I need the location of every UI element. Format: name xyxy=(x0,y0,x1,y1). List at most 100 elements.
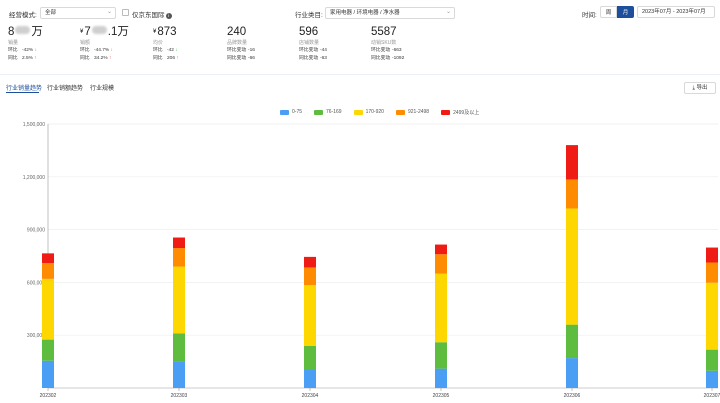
bar-segment-0-75[interactable] xyxy=(173,361,185,388)
metric-value: 240 xyxy=(227,26,247,38)
x-tick-label: 202303 xyxy=(171,393,188,399)
bar-segment-76-169[interactable] xyxy=(304,345,316,370)
bar-segment-76-169[interactable] xyxy=(173,333,185,362)
x-tick-label: 202305 xyxy=(433,393,450,399)
y-tick-label: 900,000 xyxy=(27,228,45,234)
metric-value: 8万 xyxy=(8,26,43,38)
export-label: 导出 xyxy=(696,85,708,91)
bar-segment-0-75[interactable] xyxy=(435,368,447,388)
arrow-down-icon: ↓ xyxy=(175,48,178,53)
industry-label: 行业类目: xyxy=(295,12,323,19)
bar-segment-170-920[interactable] xyxy=(706,282,718,350)
mode-select-value: 全部 xyxy=(45,10,57,16)
bar-segment-76-169[interactable] xyxy=(706,349,718,371)
metric-name: 销额 xyxy=(80,40,91,46)
bar-segment-2499及以上[interactable] xyxy=(304,256,316,268)
x-tick-label: 202307 xyxy=(704,393,720,399)
metric-sku-count: 5587 动销SKU数 环比变动 -663 同比变动 -1092 xyxy=(371,26,404,62)
bar-segment-170-920[interactable] xyxy=(435,273,447,343)
metric-yoy: 同比 206 ↑ xyxy=(153,55,179,61)
y-tick-label: 1,500,000 xyxy=(23,122,45,128)
export-icon: ⤓ xyxy=(692,85,695,91)
bar-segment-170-920[interactable] xyxy=(173,266,185,334)
arrow-up-icon: ↑ xyxy=(176,55,179,61)
legend-swatch xyxy=(395,109,405,115)
metric-sales-volume: 8万 销量 环比 -42% ↓ 同比 2.5% ↑ xyxy=(8,26,43,62)
time-label: 时间: xyxy=(582,12,597,19)
legend-swatch xyxy=(280,109,289,115)
metric-value: 5587 xyxy=(371,26,397,38)
tab-sales-volume-trend[interactable]: 行业销量趋势 xyxy=(6,83,42,92)
metric-value: ¥873 xyxy=(153,26,177,38)
bar-segment-0-75[interactable] xyxy=(304,369,316,388)
metric-name: 销量 xyxy=(8,40,19,46)
arrow-down-icon: ↓ xyxy=(34,48,37,53)
bar-segment-2499及以上[interactable] xyxy=(706,247,718,263)
bar-segment-170-920[interactable] xyxy=(566,208,578,325)
jd-intl-checkbox[interactable] xyxy=(122,9,129,16)
tab-industry-scale[interactable]: 行业规模 xyxy=(90,83,114,92)
legend-swatch xyxy=(353,109,363,115)
metrics-panel: 8万 销量 环比 -42% ↓ 同比 2.5% ↑ ¥7.1万 销额 环比 -44.7… xyxy=(0,26,720,70)
metric-mom: 环比变动 -44 xyxy=(299,48,327,53)
bar-segment-0-75[interactable] xyxy=(42,360,54,388)
masked-digits xyxy=(91,26,107,34)
bar-segment-76-169[interactable] xyxy=(566,324,578,359)
filter-bar: 经营模式: 全部 ⌄ 仅京东国际 i 行业类目: 家用电器 / 环境电器 / 净水… xyxy=(0,0,720,26)
info-icon[interactable]: i xyxy=(165,13,172,19)
bar-segment-0-75[interactable] xyxy=(706,370,718,388)
metric-name: 品牌数量 xyxy=(227,40,248,46)
arrow-up-icon: ↑ xyxy=(108,55,112,61)
metric-mom: 环比 -42 ↓ xyxy=(153,48,178,53)
mode-select[interactable]: 全部 ⌄ xyxy=(40,7,116,19)
bar-segment-921-2498[interactable] xyxy=(304,267,316,286)
week-toggle[interactable]: 周 xyxy=(600,6,617,18)
bar-segment-2499及以上[interactable] xyxy=(42,253,54,264)
mode-label: 经营模式: xyxy=(9,12,37,19)
metric-yoy: 同比变动 -63 xyxy=(299,55,327,61)
metric-yoy: 同比变动 -1092 xyxy=(371,55,405,61)
chevron-down-icon: ⌄ xyxy=(445,9,451,15)
x-tick-label: 202302 xyxy=(40,393,57,399)
metric-name: 均价 xyxy=(153,40,164,46)
bar-segment-0-75[interactable] xyxy=(566,358,578,388)
metric-avg-price: ¥873 均价 环比 -42 ↓ 同比 206 ↑ xyxy=(153,26,179,62)
industry-select-value: 家用电器 / 环境电器 / 净水器 xyxy=(330,10,400,16)
metric-name: 动销SKU数 xyxy=(371,40,397,46)
bar-segment-921-2498[interactable] xyxy=(566,179,578,209)
bar-segment-921-2498[interactable] xyxy=(42,263,54,279)
industry-select[interactable]: 家用电器 / 环境电器 / 净水器 ⌄ xyxy=(325,7,455,19)
masked-digits xyxy=(15,26,31,34)
bar-segment-2499及以上[interactable] xyxy=(566,145,578,180)
bar-segment-76-169[interactable] xyxy=(42,339,54,361)
jd-intl-label: 仅京东国际 i xyxy=(132,9,172,19)
metric-yoy: 同比 2.5% ↑ xyxy=(8,55,37,61)
export-button[interactable]: ⤓ 导出 xyxy=(684,82,716,94)
stacked-bar-chart: 300,000600,000900,0001,200,0001,500,0002… xyxy=(23,122,720,399)
month-toggle[interactable]: 月 xyxy=(617,6,634,18)
bar-segment-2499及以上[interactable] xyxy=(435,244,447,255)
bar-segment-921-2498[interactable] xyxy=(435,254,447,274)
arrow-down-icon: ↓ xyxy=(110,48,113,53)
section-divider xyxy=(0,74,720,75)
bar-segment-2499及以上[interactable] xyxy=(173,237,185,249)
x-tick-label: 202304 xyxy=(302,393,319,399)
metric-mom: 环比 -44.7% ↓ xyxy=(80,48,113,53)
metric-sales-amount: ¥7.1万 销额 环比 -44.7% ↓ 同比 34.2% ↑ xyxy=(80,26,129,62)
bar-segment-170-920[interactable] xyxy=(304,285,316,346)
bar-segment-921-2498[interactable] xyxy=(173,248,185,267)
x-tick-label: 202306 xyxy=(564,393,581,399)
y-tick-label: 1,200,000 xyxy=(23,175,45,181)
tab-sales-amount-trend[interactable]: 行业销额趋势 xyxy=(47,83,83,92)
bar-segment-921-2498[interactable] xyxy=(706,262,718,283)
date-range-picker[interactable]: 2023年07月 - 2023年07月 xyxy=(637,6,715,18)
bar-segment-170-920[interactable] xyxy=(42,278,54,340)
legend-swatch xyxy=(441,109,451,115)
metric-brand-count: 240 品牌数量 环比变动 -16 同比变动 -66 xyxy=(227,26,255,62)
chevron-down-icon: ⌄ xyxy=(106,9,112,15)
metric-mom: 环比变动 -663 xyxy=(371,48,402,53)
metric-value: 596 xyxy=(299,26,319,38)
metric-yoy: 同比 34.2% ↑ xyxy=(80,55,112,61)
bar-segment-76-169[interactable] xyxy=(435,342,447,369)
metric-store-count: 596 店铺数量 环比变动 -44 同比变动 -63 xyxy=(299,26,327,62)
